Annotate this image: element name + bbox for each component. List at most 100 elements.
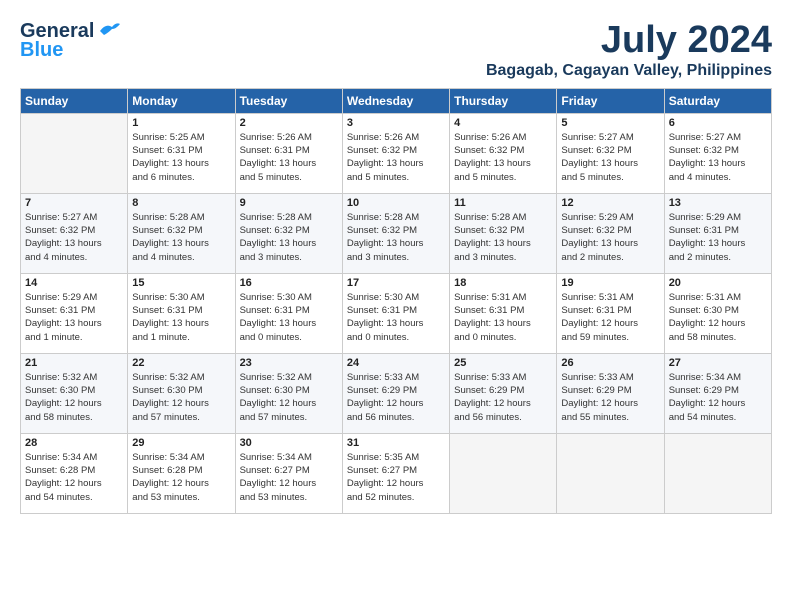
day-number: 1: [132, 117, 230, 129]
day-info: Sunrise: 5:27 AM Sunset: 6:32 PM Dayligh…: [561, 131, 659, 184]
day-number: 29: [132, 437, 230, 449]
day-number: 19: [561, 277, 659, 289]
calendar-cell: 15 Sunrise: 5:30 AM Sunset: 6:31 PM Dayli…: [128, 273, 235, 353]
day-number: 7: [25, 197, 123, 209]
page-header: General Blue July 2024 Bagagab, Cagayan …: [20, 20, 772, 80]
calendar-cell: 24 Sunrise: 5:33 AM Sunset: 6:29 PM Dayli…: [342, 353, 449, 433]
calendar-cell: 9 Sunrise: 5:28 AM Sunset: 6:32 PM Daylig…: [235, 193, 342, 273]
day-number: 28: [25, 437, 123, 449]
day-number: 16: [240, 277, 338, 289]
day-number: 15: [132, 277, 230, 289]
day-info: Sunrise: 5:27 AM Sunset: 6:32 PM Dayligh…: [25, 211, 123, 264]
day-number: 11: [454, 197, 552, 209]
day-number: 17: [347, 277, 445, 289]
day-info: Sunrise: 5:32 AM Sunset: 6:30 PM Dayligh…: [25, 371, 123, 424]
calendar-cell: [21, 113, 128, 193]
logo: General Blue: [20, 20, 120, 62]
calendar-cell: 29 Sunrise: 5:34 AM Sunset: 6:28 PM Dayli…: [128, 433, 235, 513]
calendar-cell: 4 Sunrise: 5:26 AM Sunset: 6:32 PM Daylig…: [450, 113, 557, 193]
day-number: 2: [240, 117, 338, 129]
day-info: Sunrise: 5:28 AM Sunset: 6:32 PM Dayligh…: [454, 211, 552, 264]
day-info: Sunrise: 5:34 AM Sunset: 6:28 PM Dayligh…: [132, 451, 230, 504]
calendar-cell: 30 Sunrise: 5:34 AM Sunset: 6:27 PM Dayli…: [235, 433, 342, 513]
weekday-header: Sunday: [21, 88, 128, 113]
calendar-cell: 18 Sunrise: 5:31 AM Sunset: 6:31 PM Dayli…: [450, 273, 557, 353]
calendar-cell: 11 Sunrise: 5:28 AM Sunset: 6:32 PM Dayli…: [450, 193, 557, 273]
calendar-cell: 10 Sunrise: 5:28 AM Sunset: 6:32 PM Dayli…: [342, 193, 449, 273]
day-info: Sunrise: 5:31 AM Sunset: 6:31 PM Dayligh…: [454, 291, 552, 344]
weekday-header: Wednesday: [342, 88, 449, 113]
day-info: Sunrise: 5:34 AM Sunset: 6:28 PM Dayligh…: [25, 451, 123, 504]
day-info: Sunrise: 5:30 AM Sunset: 6:31 PM Dayligh…: [132, 291, 230, 344]
logo-blue: Blue: [20, 39, 63, 62]
calendar-cell: [664, 433, 771, 513]
day-info: Sunrise: 5:26 AM Sunset: 6:32 PM Dayligh…: [454, 131, 552, 184]
calendar-cell: 25 Sunrise: 5:33 AM Sunset: 6:29 PM Dayli…: [450, 353, 557, 433]
day-info: Sunrise: 5:35 AM Sunset: 6:27 PM Dayligh…: [347, 451, 445, 504]
day-number: 24: [347, 357, 445, 369]
day-number: 4: [454, 117, 552, 129]
calendar-cell: 5 Sunrise: 5:27 AM Sunset: 6:32 PM Daylig…: [557, 113, 664, 193]
day-info: Sunrise: 5:33 AM Sunset: 6:29 PM Dayligh…: [347, 371, 445, 424]
day-info: Sunrise: 5:33 AM Sunset: 6:29 PM Dayligh…: [561, 371, 659, 424]
weekday-header: Tuesday: [235, 88, 342, 113]
calendar-cell: 22Sunrise: 5:32 AM Sunset: 6:30 PM Dayli…: [128, 353, 235, 433]
day-number: 6: [669, 117, 767, 129]
day-number: 10: [347, 197, 445, 209]
day-number: 14: [25, 277, 123, 289]
calendar-cell: 12Sunrise: 5:29 AM Sunset: 6:32 PM Dayli…: [557, 193, 664, 273]
day-number: 5: [561, 117, 659, 129]
weekday-header: Thursday: [450, 88, 557, 113]
day-number: 25: [454, 357, 552, 369]
day-number: 9: [240, 197, 338, 209]
month-title: July 2024: [486, 20, 772, 62]
calendar-cell: 31 Sunrise: 5:35 AM Sunset: 6:27 PM Dayli…: [342, 433, 449, 513]
day-info: Sunrise: 5:28 AM Sunset: 6:32 PM Dayligh…: [347, 211, 445, 264]
day-info: Sunrise: 5:29 AM Sunset: 6:31 PM Dayligh…: [25, 291, 123, 344]
calendar-cell: 20 Sunrise: 5:31 AM Sunset: 6:30 PM Dayli…: [664, 273, 771, 353]
day-info: Sunrise: 5:29 AM Sunset: 6:32 PM Dayligh…: [561, 211, 659, 264]
day-info: Sunrise: 5:33 AM Sunset: 6:29 PM Dayligh…: [454, 371, 552, 424]
calendar-cell: 26 Sunrise: 5:33 AM Sunset: 6:29 PM Dayli…: [557, 353, 664, 433]
day-info: Sunrise: 5:34 AM Sunset: 6:29 PM Dayligh…: [669, 371, 767, 424]
logo-bird-icon: [98, 21, 120, 39]
calendar-cell: 2 Sunrise: 5:26 AM Sunset: 6:31 PM Daylig…: [235, 113, 342, 193]
calendar-cell: 7 Sunrise: 5:27 AM Sunset: 6:32 PM Daylig…: [21, 193, 128, 273]
day-info: Sunrise: 5:26 AM Sunset: 6:31 PM Dayligh…: [240, 131, 338, 184]
day-info: Sunrise: 5:28 AM Sunset: 6:32 PM Dayligh…: [240, 211, 338, 264]
day-info: Sunrise: 5:32 AM Sunset: 6:30 PM Dayligh…: [240, 371, 338, 424]
calendar-cell: 23 Sunrise: 5:32 AM Sunset: 6:30 PM Dayli…: [235, 353, 342, 433]
day-number: 23: [240, 357, 338, 369]
day-number: 8: [132, 197, 230, 209]
day-number: 13: [669, 197, 767, 209]
weekday-header: Friday: [557, 88, 664, 113]
day-info: Sunrise: 5:27 AM Sunset: 6:32 PM Dayligh…: [669, 131, 767, 184]
day-info: Sunrise: 5:30 AM Sunset: 6:31 PM Dayligh…: [240, 291, 338, 344]
day-number: 30: [240, 437, 338, 449]
day-info: Sunrise: 5:28 AM Sunset: 6:32 PM Dayligh…: [132, 211, 230, 264]
day-info: Sunrise: 5:34 AM Sunset: 6:27 PM Dayligh…: [240, 451, 338, 504]
day-number: 27: [669, 357, 767, 369]
calendar-cell: [557, 433, 664, 513]
day-number: 20: [669, 277, 767, 289]
calendar-cell: 27 Sunrise: 5:34 AM Sunset: 6:29 PM Dayli…: [664, 353, 771, 433]
calendar-table: SundayMondayTuesdayWednesdayThursdayFrid…: [20, 88, 772, 514]
calendar-cell: 14 Sunrise: 5:29 AM Sunset: 6:31 PM Dayli…: [21, 273, 128, 353]
weekday-header: Saturday: [664, 88, 771, 113]
calendar-cell: 17Sunrise: 5:30 AM Sunset: 6:31 PM Dayli…: [342, 273, 449, 353]
day-info: Sunrise: 5:26 AM Sunset: 6:32 PM Dayligh…: [347, 131, 445, 184]
day-number: 21: [25, 357, 123, 369]
day-number: 26: [561, 357, 659, 369]
day-info: Sunrise: 5:31 AM Sunset: 6:30 PM Dayligh…: [669, 291, 767, 344]
calendar-cell: 21 Sunrise: 5:32 AM Sunset: 6:30 PM Dayli…: [21, 353, 128, 433]
day-number: 31: [347, 437, 445, 449]
calendar-cell: 19Sunrise: 5:31 AM Sunset: 6:31 PM Dayli…: [557, 273, 664, 353]
day-info: Sunrise: 5:32 AM Sunset: 6:30 PM Dayligh…: [132, 371, 230, 424]
location-title: Bagagab, Cagayan Valley, Philippines: [486, 62, 772, 80]
day-number: 18: [454, 277, 552, 289]
calendar-cell: [450, 433, 557, 513]
calendar-cell: 3Sunrise: 5:26 AM Sunset: 6:32 PM Daylig…: [342, 113, 449, 193]
day-info: Sunrise: 5:29 AM Sunset: 6:31 PM Dayligh…: [669, 211, 767, 264]
calendar-cell: 16 Sunrise: 5:30 AM Sunset: 6:31 PM Dayli…: [235, 273, 342, 353]
day-info: Sunrise: 5:25 AM Sunset: 6:31 PM Dayligh…: [132, 131, 230, 184]
